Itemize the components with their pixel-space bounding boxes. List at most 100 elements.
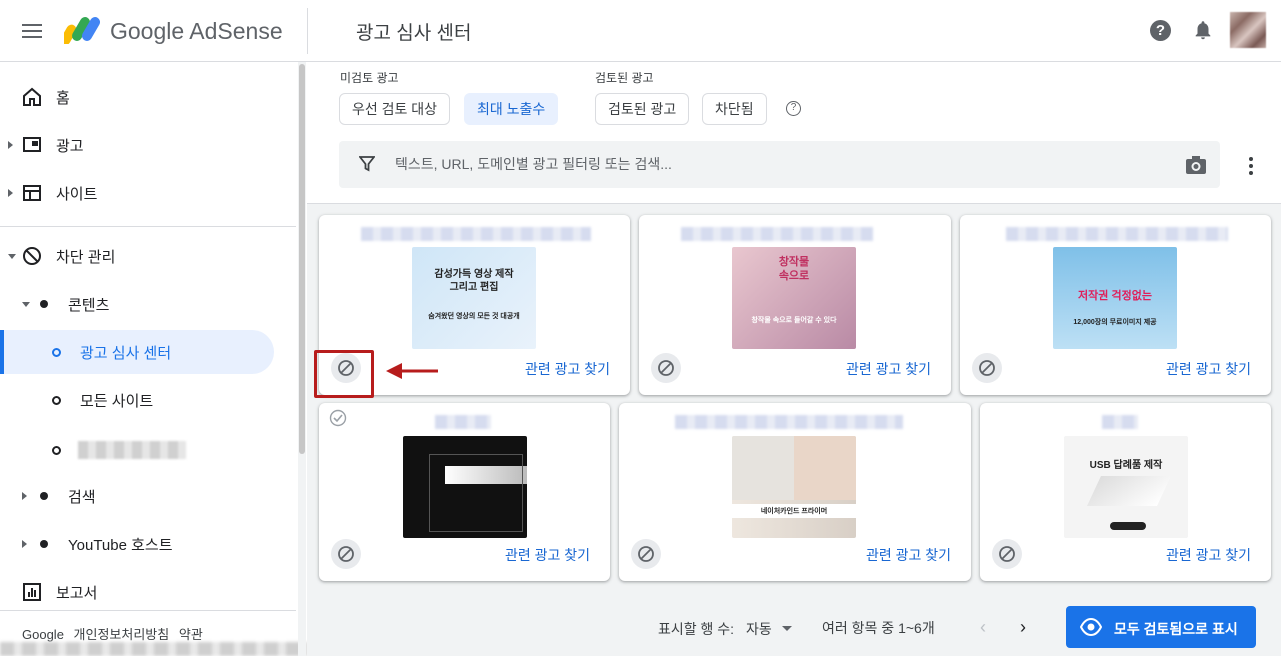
redacted-advertiser-url [361,227,591,241]
main-menu-button[interactable] [22,20,44,40]
redacted-advertiser-url [435,415,491,429]
sidebar-item-content[interactable]: 콘텐츠 [0,282,296,326]
footer-link-terms[interactable]: 약관 [179,627,203,642]
sidebar-item-label: 홈 [56,89,70,107]
help-outline-icon[interactable]: ? [786,101,801,116]
header-divider [307,8,308,54]
sidebar-item-label: 콘텐츠 [68,296,110,314]
collapse-caret-icon[interactable] [22,301,30,307]
ad-caption: 12,000장의 무료이미지 제공 [1073,319,1157,326]
footer-link-google[interactable]: Google [22,627,64,642]
block-ad-button[interactable] [631,539,661,569]
rows-per-page-select[interactable]: 자동 [746,619,792,639]
bullet-icon [40,300,48,308]
annotation-arrow-icon [386,363,438,379]
account-avatar[interactable] [1230,12,1266,48]
chip-blocked[interactable]: 차단됨 [702,93,767,125]
ad-creative-image[interactable]: 네이처카인드 프라이머 [732,436,856,538]
bullet-icon [40,540,48,548]
sidebar-scrollbar-thumb[interactable] [299,64,305,454]
sidebar-item-home[interactable]: 홈 [0,75,296,119]
sidebar-item-ad-review-center[interactable]: 광고 심사 센터 [0,330,274,374]
ad-creative-image[interactable]: USB 답례품 제작 [1064,436,1188,538]
sidebar-item-label: 사이트 [56,185,98,203]
find-related-ads-link[interactable]: 관련 광고 찾기 [866,545,951,565]
chip-reviewed[interactable]: 검토된 광고 [595,93,690,125]
annotation-highlight-box [314,350,374,398]
next-page-chevron-icon[interactable]: › [1020,618,1034,636]
footer-link-privacy[interactable]: 개인정보처리방침 [74,627,170,642]
block-ad-button[interactable] [972,353,1002,383]
ad-headline: USB 답례품 제작 [1089,460,1163,471]
reviewed-ads-label: 검토된 광고 [595,71,654,85]
ad-creative-image[interactable] [403,436,527,538]
ad-card[interactable]: 네이처카인드 프라이머 관련 광고 찾기 [619,403,971,581]
ad-headline: 그리고 편집 [449,282,499,293]
block-ad-button[interactable] [331,539,361,569]
sidebar-item-label: 차단 관리 [56,248,116,266]
button-label: 모두 검토됨으로 표시 [1114,621,1238,637]
reports-icon [23,583,41,601]
search-input[interactable] [395,154,1155,174]
find-related-ads-link[interactable]: 관련 광고 찾기 [505,545,590,565]
sidebar-item-label: 검색 [68,488,96,506]
expand-caret-icon[interactable] [22,492,27,500]
bullet-ring-icon [52,445,61,455]
mark-all-reviewed-button[interactable]: 모두 검토됨으로 표시 [1066,606,1256,648]
ad-caption: 창작물 속으로 들어갈 수 있다 [751,317,837,324]
ad-caption: 숨겨왔던 영상의 모든 것 대공개 [428,313,520,320]
sidebar-item-blocking-controls[interactable]: 차단 관리 [0,234,296,278]
block-ad-button[interactable] [651,353,681,383]
find-related-ads-link[interactable]: 관련 광고 찾기 [846,359,931,379]
camera-icon[interactable] [1185,155,1207,175]
collapse-caret-icon[interactable] [8,253,16,259]
expand-caret-icon[interactable] [22,540,27,548]
sidebar-item-site[interactable] [0,428,296,472]
find-related-ads-link[interactable]: 관련 광고 찾기 [525,359,610,379]
ad-creative-image[interactable]: 창작물 속으로 창작물 속으로 들어갈 수 있다 [732,247,856,349]
find-related-ads-link[interactable]: 관련 광고 찾기 [1166,545,1251,565]
ad-creative-image[interactable]: 감성가득 영상 제작 그리고 편집 숨겨왔던 영상의 모든 것 대공개 [412,247,536,349]
search-bar [339,141,1220,188]
ad-card[interactable]: USB 답례품 제작 관련 광고 찾기 [980,403,1271,581]
sidebar-item-all-sites[interactable]: 모든 사이트 [0,378,296,422]
redacted-advertiser-url [681,227,873,241]
home-icon [23,87,41,106]
sidebar-item-reports[interactable]: 보고서 [0,570,296,614]
expand-caret-icon[interactable] [8,141,13,149]
chip-top-impressions[interactable]: 최대 노출수 [464,93,559,125]
sidebar-item-search[interactable]: 검색 [0,474,296,518]
sidebar-footer-links: Google 개인정보처리방침 약관 [22,624,209,643]
redacted-site-name [78,441,186,459]
ad-card[interactable]: 저작권 걱정없는 12,000장의 무료이미지 제공 관련 광고 찾기 [960,215,1271,395]
redacted-advertiser-url [1102,415,1138,429]
block-icon [338,546,354,562]
redacted-advertiser-url [675,415,903,429]
block-icon [638,546,654,562]
sidebar-item-ads[interactable]: 광고 [0,123,296,167]
notifications-icon[interactable] [1192,19,1214,41]
find-related-ads-link[interactable]: 관련 광고 찾기 [1166,359,1251,379]
ad-headline: 속으로 [778,270,810,282]
ad-creative-image[interactable]: 저작권 걱정없는 12,000장의 무료이미지 제공 [1053,247,1177,349]
block-icon [999,546,1015,562]
sidebar-item-label: 광고 심사 센터 [80,344,172,362]
filter-icon[interactable] [359,156,375,172]
sidebar-item-sites[interactable]: 사이트 [0,171,296,215]
pagination-range: 여러 항목 중 1~6개 [822,620,935,636]
help-icon[interactable]: ? [1150,20,1171,41]
ad-card[interactable]: 창작물 속으로 창작물 속으로 들어갈 수 있다 관련 광고 찾기 [639,215,951,395]
chip-priority-review[interactable]: 우선 검토 대상 [339,93,451,125]
sidebar-item-youtube-host[interactable]: YouTube 호스트 [0,522,296,566]
block-icon [979,360,995,376]
more-vert-icon[interactable] [1248,155,1254,175]
ad-caption: 네이처카인드 프라이머 [732,504,856,518]
sidebar-item-label: 보고서 [56,584,98,602]
sidebar-item-label: 광고 [56,137,84,155]
block-ad-button[interactable] [992,539,1022,569]
sidebar: 홈 광고 사이트 차단 관리 콘텐츠 광고 심사 센터 모든 사이트 검색 Yo… [0,62,306,656]
expand-caret-icon[interactable] [8,189,13,197]
ad-card[interactable]: 관련 광고 찾기 [319,403,610,581]
reviewed-check-icon [329,409,347,427]
prev-page-chevron-icon[interactable]: ‹ [980,618,994,636]
